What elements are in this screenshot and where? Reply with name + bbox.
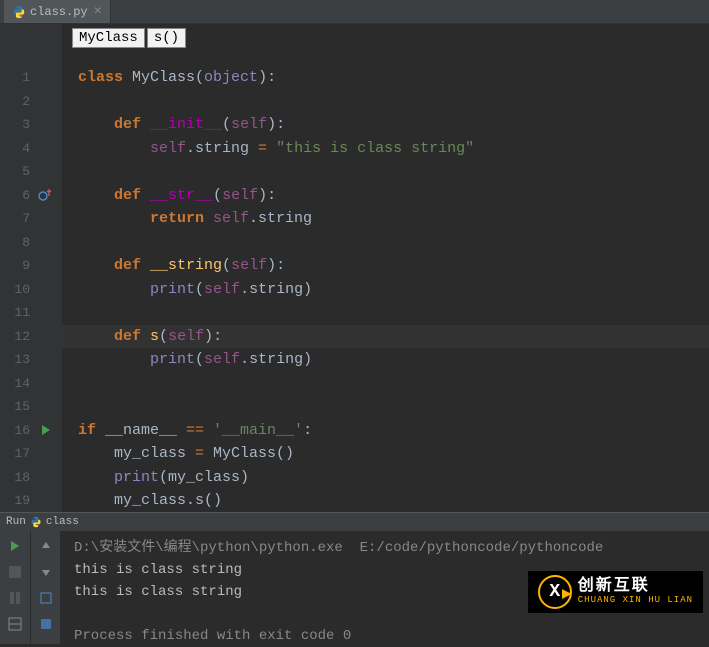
line-number[interactable]: 13 xyxy=(14,348,30,372)
breadcrumb-class[interactable]: MyClass xyxy=(72,28,145,48)
layout-button[interactable] xyxy=(6,615,24,633)
line-number[interactable]: 15 xyxy=(14,395,30,419)
stop-button[interactable] xyxy=(6,563,24,581)
line-number[interactable]: 9 xyxy=(22,254,30,278)
line-number[interactable]: 7 xyxy=(22,207,30,231)
line-number[interactable]: 10 xyxy=(14,278,30,302)
line-number[interactable]: 2 xyxy=(22,90,30,114)
breadcrumb: MyClass s() xyxy=(72,28,186,48)
editor[interactable]: 1 2 3 4 5 6 7 8 9 10 11 12 13 14 15 16 1… xyxy=(0,24,709,512)
breadcrumb-method[interactable]: s() xyxy=(147,28,186,48)
line-number[interactable]: 6 xyxy=(22,184,30,208)
watermark: X 创新互联 CHUANG XIN HU LIAN xyxy=(528,571,703,613)
line-number[interactable]: 1 xyxy=(22,66,30,90)
line-number[interactable]: 19 xyxy=(14,489,30,513)
line-number[interactable]: 11 xyxy=(14,301,30,325)
tab-bar: class.py × xyxy=(0,0,709,24)
pause-button[interactable] xyxy=(6,589,24,607)
line-number[interactable]: 18 xyxy=(14,466,30,490)
python-file-icon xyxy=(12,5,26,19)
gutter: 1 2 3 4 5 6 7 8 9 10 11 12 13 14 15 16 1… xyxy=(0,24,62,512)
line-number[interactable]: 5 xyxy=(22,160,30,184)
tab-filename: class.py xyxy=(30,5,88,19)
line-number[interactable]: 17 xyxy=(14,442,30,466)
run-toolbar-right xyxy=(30,531,60,644)
code-area[interactable]: class MyClass(object): def __init__(self… xyxy=(62,24,709,512)
gutter-icons xyxy=(36,66,62,512)
python-icon xyxy=(30,516,42,528)
watermark-logo-icon: X xyxy=(538,575,572,609)
console-exit: Process finished with exit code 0 xyxy=(74,625,709,647)
line-number[interactable]: 12 xyxy=(14,325,30,349)
line-number[interactable]: 4 xyxy=(22,137,30,161)
up-button[interactable] xyxy=(37,537,55,555)
wrap-button[interactable] xyxy=(37,589,55,607)
run-toolbar-left xyxy=(0,531,30,644)
line-numbers: 1 2 3 4 5 6 7 8 9 10 11 12 13 14 15 16 1… xyxy=(0,66,36,512)
rerun-button[interactable] xyxy=(6,537,24,555)
line-number[interactable]: 3 xyxy=(22,113,30,137)
down-button[interactable] xyxy=(37,563,55,581)
watermark-title: 创新互联 xyxy=(578,578,693,596)
run-config-name: class xyxy=(46,516,79,528)
run-label: Run xyxy=(6,516,26,528)
line-number[interactable]: 14 xyxy=(14,372,30,396)
close-icon[interactable]: × xyxy=(94,4,102,20)
watermark-subtitle: CHUANG XIN HU LIAN xyxy=(578,596,693,606)
override-icon[interactable] xyxy=(38,187,54,203)
run-header[interactable]: Run class xyxy=(0,513,709,531)
console-command: D:\安装文件\编程\python\python.exe E:/code/pyt… xyxy=(74,537,709,559)
run-gutter-icon[interactable] xyxy=(38,422,54,438)
line-number[interactable]: 16 xyxy=(14,419,30,443)
line-number[interactable]: 8 xyxy=(22,231,30,255)
file-tab[interactable]: class.py × xyxy=(4,0,111,23)
scroll-button[interactable] xyxy=(37,615,55,633)
